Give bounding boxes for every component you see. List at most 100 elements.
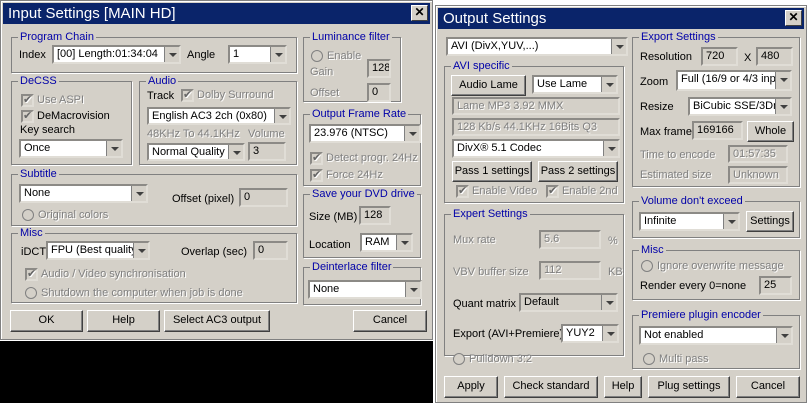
res-width-field[interactable]: 720 — [701, 47, 738, 66]
input-help-button[interactable]: Help — [87, 310, 160, 332]
checkbox-icon — [310, 152, 323, 165]
chevron-down-icon[interactable] — [602, 326, 617, 341]
pass2-settings-button[interactable]: Pass 2 settings — [538, 161, 618, 182]
luminance-offset-field[interactable]: 0 — [367, 83, 391, 102]
size-mb-field[interactable]: 128 — [359, 206, 391, 225]
input-cancel-button[interactable]: Cancel — [353, 310, 427, 332]
check-standard-button[interactable]: Check standard — [504, 376, 598, 398]
checkbox-icon — [25, 268, 38, 281]
audio-quality-select[interactable]: Normal Quality 48 — [147, 143, 245, 161]
size-mb-label: Size (MB) — [309, 211, 358, 223]
vbv-value: 112 — [544, 264, 562, 276]
frame-rate-select[interactable]: 23.976 (NTSC) — [309, 124, 421, 143]
apply-button[interactable]: Apply — [444, 376, 498, 398]
subtitle-select[interactable]: None — [19, 184, 148, 203]
volume-value: 3 — [253, 145, 260, 157]
audio-lame-label: Audio Lame — [459, 79, 518, 91]
multi-pass-radio[interactable]: Multi pass — [643, 353, 709, 366]
av-sync-checkbox[interactable]: Audio / Video synchronisation — [25, 268, 186, 281]
output-format-select[interactable]: AVI (DivX,YUV,...) — [446, 37, 628, 56]
key-search-select[interactable]: Once — [19, 139, 123, 158]
force-24hz-checkbox[interactable]: Force 24Hz — [310, 169, 383, 182]
output-misc-label: Misc — [639, 244, 666, 256]
subtitle-offset-field[interactable]: 0 — [239, 188, 288, 207]
idct-select[interactable]: FPU (Best quality,A — [46, 241, 150, 260]
audio-lame-button[interactable]: Audio Lame — [451, 75, 526, 96]
volume-exceed-select[interactable]: Infinite — [639, 212, 740, 231]
audio-track-select[interactable]: English AC3 2ch (0x80) — [147, 107, 291, 125]
chevron-down-icon[interactable] — [776, 328, 791, 343]
chevron-down-icon[interactable] — [775, 72, 790, 89]
resample-label: 48KHz To 44.1KHz — [147, 128, 240, 140]
chevron-down-icon[interactable] — [133, 243, 148, 258]
original-colors-radio[interactable]: Original colors — [22, 209, 108, 222]
whole-button[interactable]: Whole — [747, 121, 794, 142]
dolby-surround-checkbox[interactable]: Dolby Surround — [181, 89, 273, 102]
location-select[interactable]: RAM — [360, 233, 413, 252]
res-height-field[interactable]: 480 — [756, 47, 793, 66]
enable-video-checkbox[interactable]: Enable Video — [456, 185, 537, 198]
chevron-down-icon[interactable] — [611, 39, 626, 54]
angle-select[interactable]: 1 — [228, 45, 287, 64]
volume-field[interactable]: 3 — [248, 142, 286, 161]
enable-2nd-checkbox[interactable]: Enable 2nd — [546, 185, 618, 198]
plug-settings-button[interactable]: Plug settings — [648, 376, 730, 398]
mux-rate-field[interactable]: 5.6 — [539, 230, 601, 249]
ok-button[interactable]: OK — [10, 310, 83, 332]
subtitle-offset-value: 0 — [244, 191, 251, 203]
output-help-button[interactable]: Help — [604, 376, 642, 398]
resize-select[interactable]: BiCubic SSE/3Dnow — [688, 97, 792, 116]
luminance-filter-label: Luminance filter — [310, 31, 392, 43]
premiere-select[interactable]: Not enabled — [639, 326, 793, 345]
chevron-down-icon[interactable] — [228, 145, 243, 159]
pass1-settings-button[interactable]: Pass 1 settings — [452, 161, 532, 182]
chevron-down-icon[interactable] — [405, 282, 420, 297]
max-frame-field[interactable]: 169166 — [692, 121, 743, 140]
chevron-down-icon[interactable] — [106, 141, 121, 156]
quant-matrix-select[interactable]: Default — [519, 293, 618, 312]
pulldown-checkbox[interactable]: Pulldown 3:2 — [453, 353, 532, 366]
shutdown-checkbox[interactable]: Shutdown the computer when job is done — [25, 287, 243, 300]
vbv-field[interactable]: 112 — [539, 261, 601, 280]
use-lame-select[interactable]: Use Lame — [532, 75, 618, 94]
chevron-down-icon[interactable] — [723, 214, 738, 229]
volume-settings-button[interactable]: Settings — [746, 211, 794, 232]
render-every-field[interactable]: 25 — [759, 276, 792, 295]
chevron-down-icon[interactable] — [396, 235, 411, 250]
codec-select[interactable]: DivX® 5.1 Codec — [452, 139, 620, 158]
index-select[interactable]: [00] Length:01:34:04 — [52, 45, 181, 64]
gain-value: 128 — [372, 62, 391, 74]
radio-icon — [311, 50, 323, 62]
render-every-value: 25 — [764, 279, 777, 291]
output-close-button[interactable]: ✕ — [785, 10, 802, 26]
resolution-label: Resolution — [640, 51, 692, 63]
offset-label: Offset — [310, 87, 340, 99]
premiere-label: Premiere plugin encoder — [639, 309, 763, 321]
ignore-overwrite-radio[interactable]: Ignore overwrite message — [641, 260, 784, 273]
luminance-enable-radio[interactable]: Enable — [311, 50, 361, 63]
chevron-down-icon[interactable] — [164, 47, 179, 62]
chevron-down-icon[interactable] — [270, 47, 285, 62]
select-ac3-button[interactable]: Select AC3 output — [164, 310, 270, 332]
chevron-down-icon[interactable] — [131, 186, 146, 201]
chevron-down-icon[interactable] — [603, 141, 618, 156]
deinterlace-label: Deinterlace filter — [310, 261, 394, 273]
zoom-select[interactable]: Full (16/9 or 4/3 input) — [676, 70, 792, 91]
chevron-down-icon[interactable] — [601, 77, 616, 92]
detect-progr-checkbox[interactable]: Detect progr. 24Hz — [310, 152, 418, 165]
radio-icon — [22, 209, 34, 221]
demacrovision-checkbox[interactable]: DeMacrovision — [21, 110, 110, 123]
input-close-button[interactable]: ✕ — [411, 5, 428, 21]
chevron-down-icon[interactable] — [404, 126, 419, 141]
output-cancel-button[interactable]: Cancel — [736, 376, 800, 398]
overlap-field[interactable]: 0 — [253, 241, 288, 260]
chevron-down-icon[interactable] — [274, 109, 289, 123]
lame-info-field: 128 Kb/s 44.1KHz 16Bits Q3 — [452, 118, 620, 136]
gain-field[interactable]: 128 — [367, 59, 391, 78]
use-aspi-checkbox[interactable]: Use ASPI — [21, 94, 84, 107]
multi-pass-label: Multi pass — [659, 353, 709, 365]
deinterlace-select[interactable]: None — [308, 280, 422, 299]
chevron-down-icon[interactable] — [775, 99, 790, 114]
chevron-down-icon[interactable] — [601, 295, 616, 310]
export-avi-select[interactable]: YUY2 — [561, 324, 619, 343]
